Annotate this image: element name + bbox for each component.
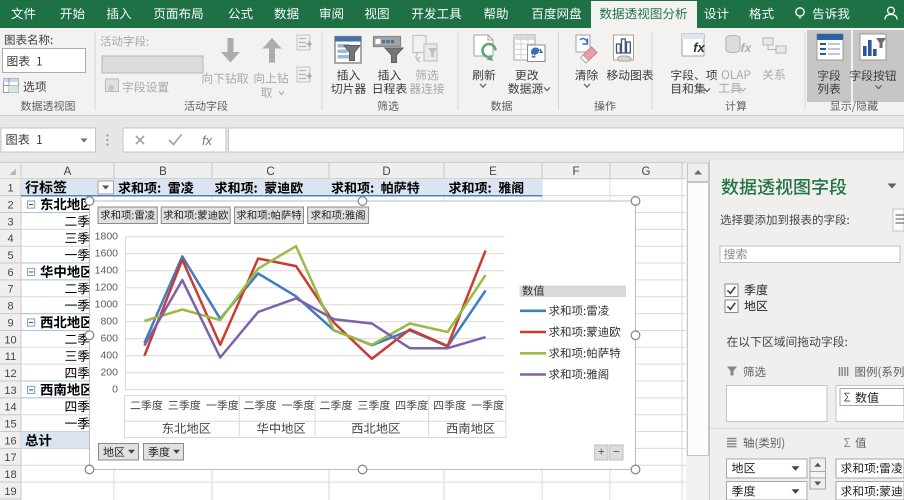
svg-text:A: A: [64, 166, 72, 178]
svg-text:G: G: [642, 166, 651, 178]
svg-text:+: +: [598, 445, 605, 459]
svg-text:8: 8: [7, 301, 13, 313]
svg-text:10: 10: [4, 334, 16, 346]
svg-text:fx: fx: [741, 41, 753, 55]
svg-text:fx: fx: [202, 133, 213, 148]
svg-text:fx: fx: [693, 40, 705, 55]
svg-text:1200: 1200: [95, 282, 119, 294]
svg-text:13: 13: [4, 385, 16, 397]
svg-text:12: 12: [4, 368, 16, 380]
svg-text:F: F: [572, 166, 579, 178]
svg-text:1000: 1000: [95, 299, 119, 311]
svg-text:200: 200: [100, 367, 118, 379]
svg-text:D: D: [382, 166, 390, 178]
svg-text:5: 5: [7, 250, 13, 262]
svg-text:16: 16: [4, 435, 16, 447]
svg-text:−: −: [613, 445, 620, 459]
svg-text:17: 17: [4, 452, 16, 464]
svg-text:19: 19: [4, 486, 16, 498]
svg-text:B: B: [159, 166, 167, 178]
svg-text:1600: 1600: [95, 248, 119, 260]
svg-text:600: 600: [100, 333, 118, 345]
svg-text:6: 6: [7, 267, 13, 279]
svg-text:E: E: [489, 166, 497, 178]
svg-text:1400: 1400: [95, 265, 119, 277]
svg-text:0: 0: [112, 384, 118, 396]
svg-text:1800: 1800: [95, 231, 119, 243]
svg-text:C: C: [266, 166, 274, 178]
svg-text:400: 400: [100, 350, 118, 362]
svg-text:15: 15: [4, 419, 16, 431]
svg-text:9: 9: [7, 317, 13, 329]
svg-text:7: 7: [7, 284, 13, 296]
svg-text:1: 1: [7, 183, 13, 195]
svg-text:18: 18: [4, 469, 16, 481]
svg-text:800: 800: [100, 316, 118, 328]
svg-text:14: 14: [4, 402, 16, 414]
svg-text:2: 2: [7, 199, 13, 211]
svg-text:3: 3: [7, 216, 13, 228]
svg-text:11: 11: [5, 351, 16, 363]
svg-text:4: 4: [7, 233, 13, 245]
